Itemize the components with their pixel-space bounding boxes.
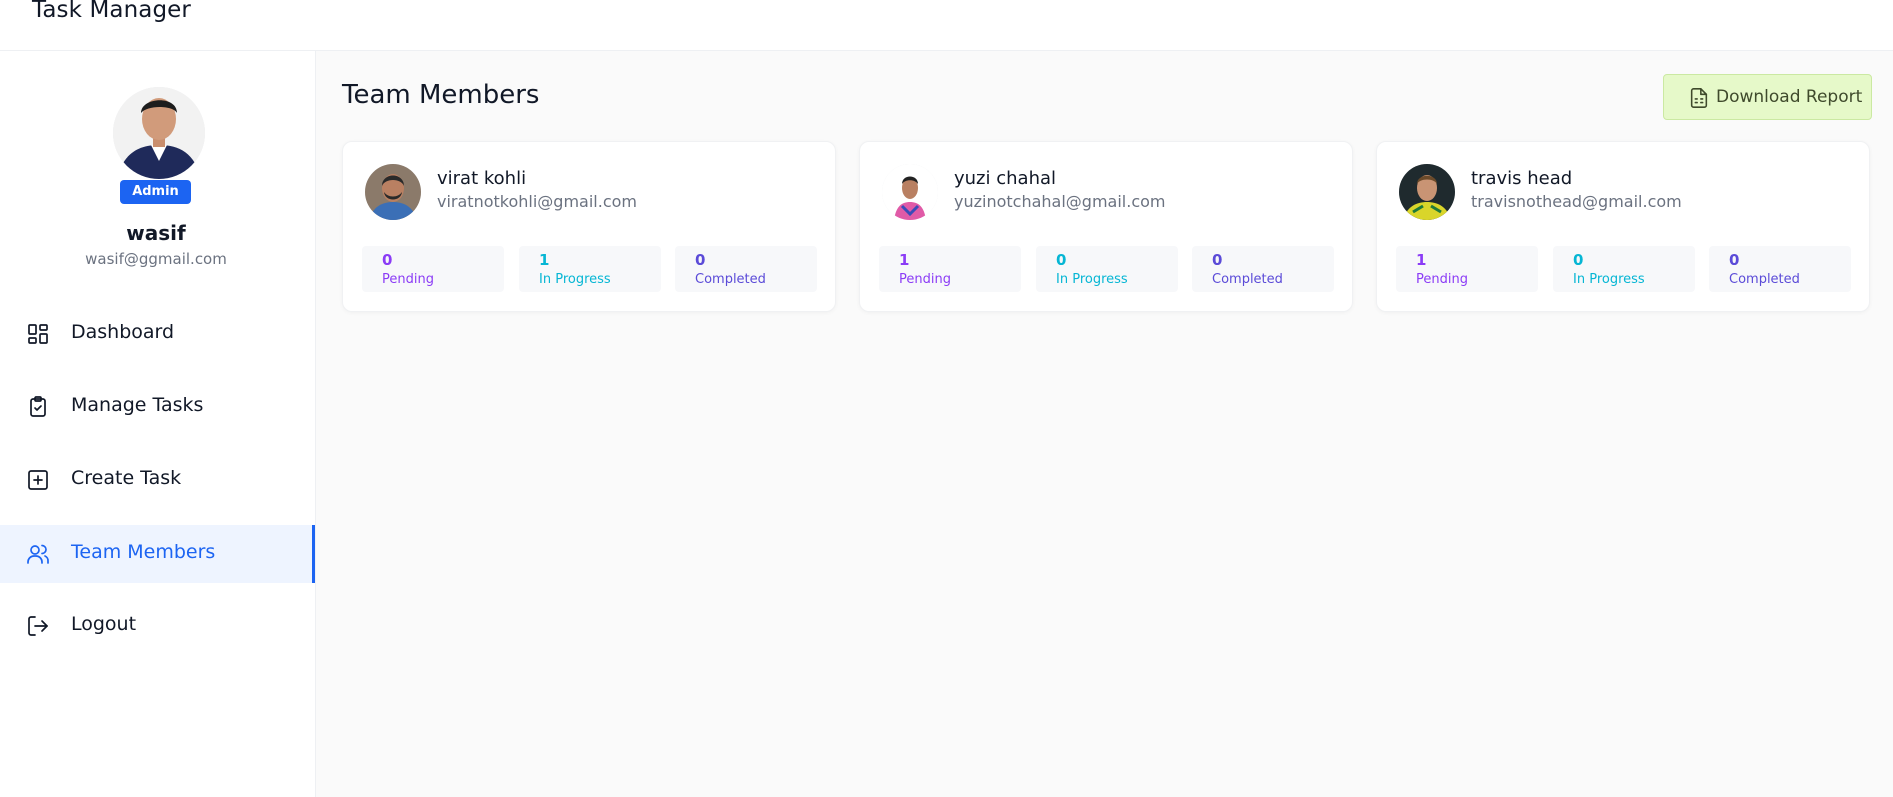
download-report-label: Download Report xyxy=(1716,87,1863,107)
sidebar: Admin wasif wasif@ggmail.com Dashboard M… xyxy=(0,51,316,797)
sidebar-item-team-members[interactable]: Team Members xyxy=(0,525,315,583)
member-name: virat kohli xyxy=(437,168,527,189)
file-spreadsheet-icon xyxy=(1688,87,1710,109)
stat-label: In Progress xyxy=(1056,272,1128,287)
app-title: Task Manager xyxy=(32,0,191,23)
member-email: viratnotkohli@gmail.com xyxy=(437,192,637,211)
stat-label: Completed xyxy=(1729,272,1800,287)
stat-pending: 1 Pending xyxy=(879,246,1021,292)
stat-value: 1 xyxy=(899,251,910,269)
stat-in-progress: 0 In Progress xyxy=(1553,246,1695,292)
user-email: wasif@ggmail.com xyxy=(85,250,227,268)
clipboard-check-icon xyxy=(26,395,50,419)
role-badge: Admin xyxy=(120,180,191,204)
user-name: wasif xyxy=(126,221,186,245)
sidebar-item-create-task[interactable]: Create Task xyxy=(0,451,315,509)
member-name: yuzi chahal xyxy=(954,168,1057,189)
stat-label: Pending xyxy=(1416,272,1468,287)
sidebar-item-dashboard[interactable]: Dashboard xyxy=(0,305,315,363)
logout-icon xyxy=(26,614,50,638)
main-content: Team Members Download Report virat kohli… xyxy=(316,51,1893,797)
download-report-button[interactable]: Download Report xyxy=(1663,74,1872,120)
stat-completed: 0 Completed xyxy=(675,246,817,292)
sidebar-item-logout[interactable]: Logout xyxy=(0,597,315,655)
stat-label: Completed xyxy=(695,272,766,287)
user-avatar xyxy=(113,87,205,179)
member-avatar xyxy=(882,164,938,220)
stat-completed: 0 Completed xyxy=(1192,246,1334,292)
stat-label: Pending xyxy=(899,272,951,287)
stat-value: 1 xyxy=(1416,251,1427,269)
sidebar-item-label: Manage Tasks xyxy=(71,394,204,416)
sidebar-item-label: Dashboard xyxy=(71,321,175,343)
stat-completed: 0 Completed xyxy=(1709,246,1851,292)
sidebar-item-label: Create Task xyxy=(71,467,182,489)
member-card[interactable]: travis head travisnothead@gmail.com 1 Pe… xyxy=(1376,141,1870,312)
stat-value: 0 xyxy=(1056,251,1067,269)
stat-value: 0 xyxy=(1212,251,1223,269)
stat-in-progress: 1 In Progress xyxy=(519,246,661,292)
stat-value: 0 xyxy=(695,251,706,269)
top-bar: Task Manager xyxy=(0,0,1893,51)
users-icon xyxy=(26,542,50,566)
member-email: travisnothead@gmail.com xyxy=(1471,192,1682,211)
stat-pending: 1 Pending xyxy=(1396,246,1538,292)
stat-value: 1 xyxy=(539,251,550,269)
stat-label: In Progress xyxy=(1573,272,1645,287)
stat-label: In Progress xyxy=(539,272,611,287)
page-title: Team Members xyxy=(342,80,540,110)
plus-square-icon xyxy=(26,468,50,492)
member-avatar xyxy=(1399,164,1455,220)
stat-value: 0 xyxy=(1573,251,1584,269)
dashboard-grid-icon xyxy=(26,322,50,346)
member-card[interactable]: virat kohli viratnotkohli@gmail.com 0 Pe… xyxy=(342,141,836,312)
stat-label: Completed xyxy=(1212,272,1283,287)
sidebar-item-label: Logout xyxy=(71,613,137,635)
stat-value: 0 xyxy=(382,251,393,269)
stat-label: Pending xyxy=(382,272,434,287)
member-avatar xyxy=(365,164,421,220)
member-card[interactable]: yuzi chahal yuzinotchahal@gmail.com 1 Pe… xyxy=(859,141,1353,312)
stat-in-progress: 0 In Progress xyxy=(1036,246,1178,292)
sidebar-item-label: Team Members xyxy=(71,541,216,563)
member-name: travis head xyxy=(1471,168,1573,189)
stat-value: 0 xyxy=(1729,251,1740,269)
member-email: yuzinotchahal@gmail.com xyxy=(954,192,1166,211)
stat-pending: 0 Pending xyxy=(362,246,504,292)
sidebar-item-manage-tasks[interactable]: Manage Tasks xyxy=(0,378,315,436)
